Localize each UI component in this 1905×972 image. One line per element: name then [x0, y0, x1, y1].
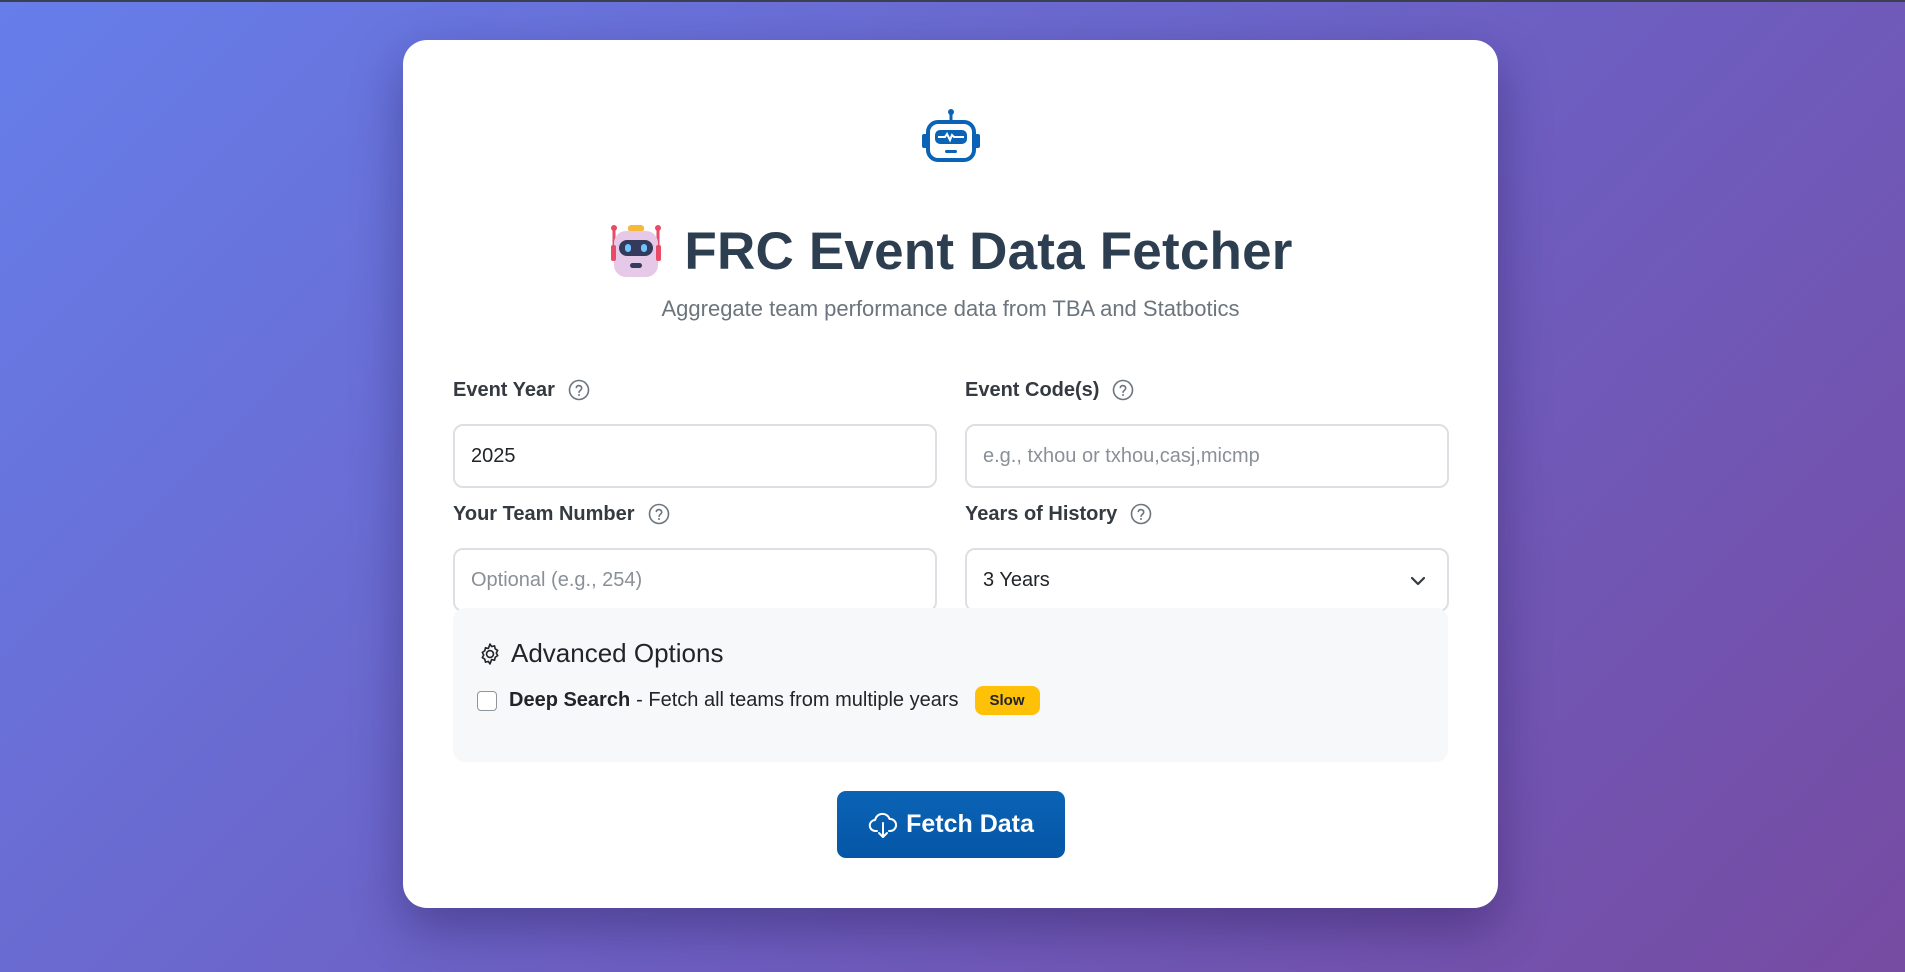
- question-circle-icon[interactable]: [1129, 502, 1153, 526]
- event-year-input-box: [453, 424, 937, 488]
- advanced-options-header: Advanced Options: [477, 638, 723, 669]
- question-circle-icon[interactable]: [647, 502, 671, 526]
- question-circle-icon[interactable]: [1111, 378, 1135, 402]
- window-top-border: [0, 0, 1905, 2]
- page-subtitle: Aggregate team performance data from TBA…: [661, 296, 1240, 321]
- years-history-label: Years of History: [965, 502, 1118, 525]
- years-history-select[interactable]: 3 Years: [965, 548, 1449, 612]
- question-circle-icon[interactable]: [567, 378, 591, 402]
- gear-icon: [481, 642, 499, 665]
- event-year-field: Event Year: [453, 376, 937, 488]
- team-number-label-row: Your Team Number: [453, 500, 937, 528]
- deep-search-label[interactable]: Deep Search: [509, 689, 630, 712]
- team-number-label: Your Team Number: [453, 502, 635, 525]
- chevron-down-icon: [1410, 576, 1426, 586]
- cloud-download-icon: [868, 812, 898, 838]
- event-codes-field: Event Code(s): [965, 376, 1449, 488]
- page-title: FRC Event Data Fetcher: [684, 221, 1293, 281]
- event-year-label-row: Event Year: [453, 376, 937, 404]
- years-history-field: Years of History 3 Years: [965, 500, 1449, 612]
- robot-face-emoji: [611, 225, 662, 277]
- deep-search-checkbox[interactable]: [477, 690, 497, 711]
- advanced-options-title: Advanced Options: [511, 638, 724, 668]
- team-number-field: Your Team Number: [453, 500, 937, 612]
- team-number-input-box: [453, 548, 937, 612]
- deep-search-row: Deep Search - Fetch all teams from multi…: [477, 686, 1040, 715]
- fetcher-card: FRC Event Data Fetcher Aggregate team pe…: [403, 40, 1498, 908]
- event-codes-input[interactable]: [983, 444, 1431, 468]
- title-row: FRC Event Data Fetcher: [403, 218, 1498, 284]
- deep-search-description: - Fetch all teams from multiple years: [636, 689, 959, 711]
- fetch-data-button[interactable]: Fetch Data: [837, 791, 1065, 858]
- years-history-selected: 3 Years: [983, 568, 1050, 591]
- team-number-input[interactable]: [471, 568, 919, 592]
- years-history-label-row: Years of History: [965, 500, 1449, 528]
- event-codes-label-row: Event Code(s): [965, 376, 1449, 404]
- event-year-label: Event Year: [453, 378, 555, 401]
- slow-badge: Slow: [974, 686, 1040, 715]
- event-codes-input-box: [965, 424, 1449, 488]
- event-codes-label: Event Code(s): [965, 378, 1100, 401]
- robot-icon: [922, 109, 980, 162]
- event-year-input[interactable]: [471, 444, 919, 468]
- advanced-options-panel: Advanced Options Deep Search - Fetch all…: [453, 608, 1448, 762]
- fetch-data-label: Fetch Data: [906, 810, 1034, 838]
